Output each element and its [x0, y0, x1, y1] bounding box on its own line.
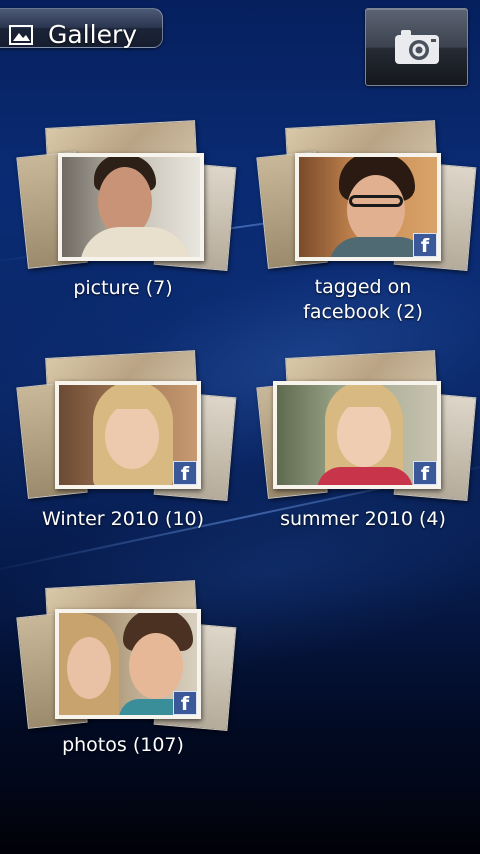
- album-tagged-on-facebook[interactable]: f tagged on facebook (2): [256, 120, 477, 340]
- album-photos[interactable]: f photos (107): [16, 580, 237, 800]
- facebook-icon: f: [173, 691, 197, 715]
- album-cover-photo: f: [295, 153, 441, 261]
- album-label-line2: facebook (2): [303, 301, 423, 323]
- facebook-icon: f: [413, 233, 437, 257]
- album-cover-photo: f: [273, 381, 441, 489]
- album-cover-photo: [58, 153, 204, 261]
- camera-icon: [395, 30, 439, 64]
- album-label: Winter 2010 (10): [41, 508, 205, 530]
- album-picture[interactable]: picture (7): [16, 120, 237, 340]
- facebook-icon: f: [413, 461, 437, 485]
- album-label: photos (107): [62, 734, 184, 756]
- album-cover-photo: f: [55, 609, 201, 719]
- page-title: Gallery: [48, 20, 138, 49]
- album-label: picture (7): [73, 277, 173, 299]
- album-label: summer 2010 (4): [280, 508, 446, 530]
- album-summer-2010[interactable]: f summer 2010 (4): [256, 350, 477, 570]
- title-bar[interactable]: Gallery: [0, 8, 163, 49]
- facebook-icon: f: [173, 461, 197, 485]
- image-icon: [9, 25, 33, 45]
- camera-button[interactable]: [365, 8, 468, 86]
- album-cover-photo: f: [55, 381, 201, 489]
- bottom-shade: [0, 780, 480, 854]
- album-label-line1: tagged on: [314, 276, 412, 298]
- album-winter-2010[interactable]: f Winter 2010 (10): [16, 350, 237, 570]
